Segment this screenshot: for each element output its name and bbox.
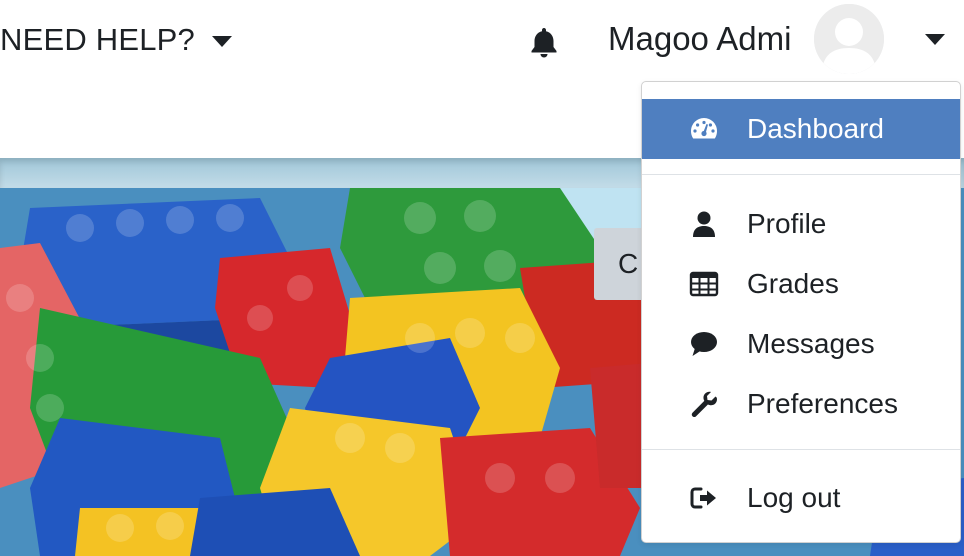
chevron-down-icon [211, 35, 232, 47]
menu-item-grades[interactable]: Grades [642, 254, 960, 314]
menu-item-messages[interactable]: Messages [642, 314, 960, 374]
need-help-menu[interactable]: NEED HELP? [0, 18, 232, 62]
menu-item-label: Grades [747, 268, 839, 299]
table-icon [688, 268, 720, 300]
menu-item-logout[interactable]: Log out [642, 468, 960, 528]
menu-item-label: Preferences [747, 388, 898, 419]
course-button-label: C [618, 248, 639, 279]
menu-item-label: Profile [747, 208, 827, 239]
wrench-icon [688, 388, 720, 420]
notifications-bell-icon[interactable] [526, 24, 562, 60]
menu-divider [642, 174, 960, 175]
menu-item-label: Dashboard [747, 113, 884, 144]
menu-divider [642, 449, 960, 450]
menu-item-label: Messages [747, 328, 875, 359]
user-dropdown-menu: Dashboard Profile Grades Messages Prefer… [641, 81, 961, 543]
sign-out-icon [688, 482, 720, 514]
avatar [814, 4, 884, 74]
menu-item-preferences[interactable]: Preferences [642, 374, 960, 434]
menu-item-label: Log out [747, 482, 841, 513]
menu-item-profile[interactable]: Profile [642, 194, 960, 254]
comment-icon [688, 328, 720, 360]
menu-item-dashboard[interactable]: Dashboard [642, 99, 960, 159]
need-help-label: NEED HELP? [0, 22, 195, 57]
chevron-down-icon [925, 34, 945, 45]
user-menu-toggle[interactable]: Magoo Admi [608, 4, 964, 74]
dashboard-icon [688, 113, 720, 145]
user-icon [688, 208, 720, 240]
user-name: Magoo Admi [608, 20, 792, 57]
